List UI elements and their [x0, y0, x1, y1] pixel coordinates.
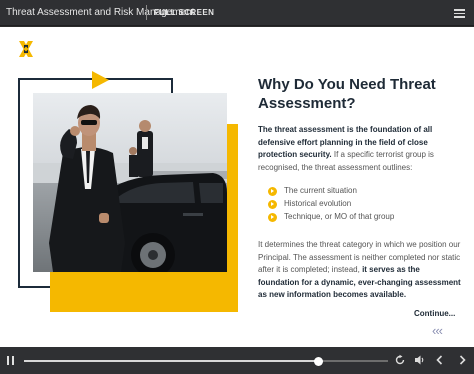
player-controls — [0, 347, 474, 374]
top-bar: Threat Assessment and Risk Management FU… — [0, 0, 474, 26]
slide-area: Why Do You Need Threat Assessment? The t… — [0, 27, 474, 347]
replay-icon[interactable] — [394, 354, 406, 366]
list-item: The current situation — [268, 185, 394, 198]
bullet-arrow-icon — [268, 187, 277, 196]
seek-progress — [24, 360, 319, 362]
volume-icon[interactable] — [414, 354, 426, 366]
bullet-arrow-icon — [268, 213, 277, 222]
pause-icon[interactable] — [7, 356, 14, 365]
fullscreen-button[interactable]: FULL SCREEN — [154, 8, 214, 17]
list-item-label: Technique, or MO of that group — [284, 212, 395, 221]
slide-heading: Why Do You Need Threat Assessment? — [258, 76, 436, 112]
list-item-label: Historical evolution — [284, 199, 352, 208]
list-item-label: The current situation — [284, 186, 357, 195]
seek-bar[interactable] — [24, 356, 388, 366]
x-logo-icon — [19, 41, 33, 57]
intro-paragraph: The threat assessment is the foundation … — [258, 124, 458, 174]
continue-link[interactable]: Continue... — [414, 309, 455, 318]
slide-content: Why Do You Need Threat Assessment? The t… — [0, 27, 474, 347]
previous-icon[interactable] — [434, 354, 446, 366]
next-icon[interactable] — [456, 354, 468, 366]
outline-list: The current situation Historical evoluti… — [268, 185, 394, 224]
category-text: It determines the threat category in whi… — [258, 240, 461, 274]
list-item: Historical evolution — [268, 198, 394, 211]
triple-chevron-left-icon[interactable]: ‹‹‹ — [432, 323, 443, 338]
seek-handle[interactable] — [314, 356, 324, 366]
bodyguard-photo — [33, 93, 227, 272]
title-divider — [146, 5, 147, 20]
decorative-triangle — [92, 71, 109, 89]
category-paragraph: It determines the threat category in whi… — [258, 239, 463, 302]
hamburger-menu-icon[interactable] — [454, 9, 465, 18]
bullet-arrow-icon — [268, 200, 277, 209]
list-item: Technique, or MO of that group — [268, 211, 394, 224]
